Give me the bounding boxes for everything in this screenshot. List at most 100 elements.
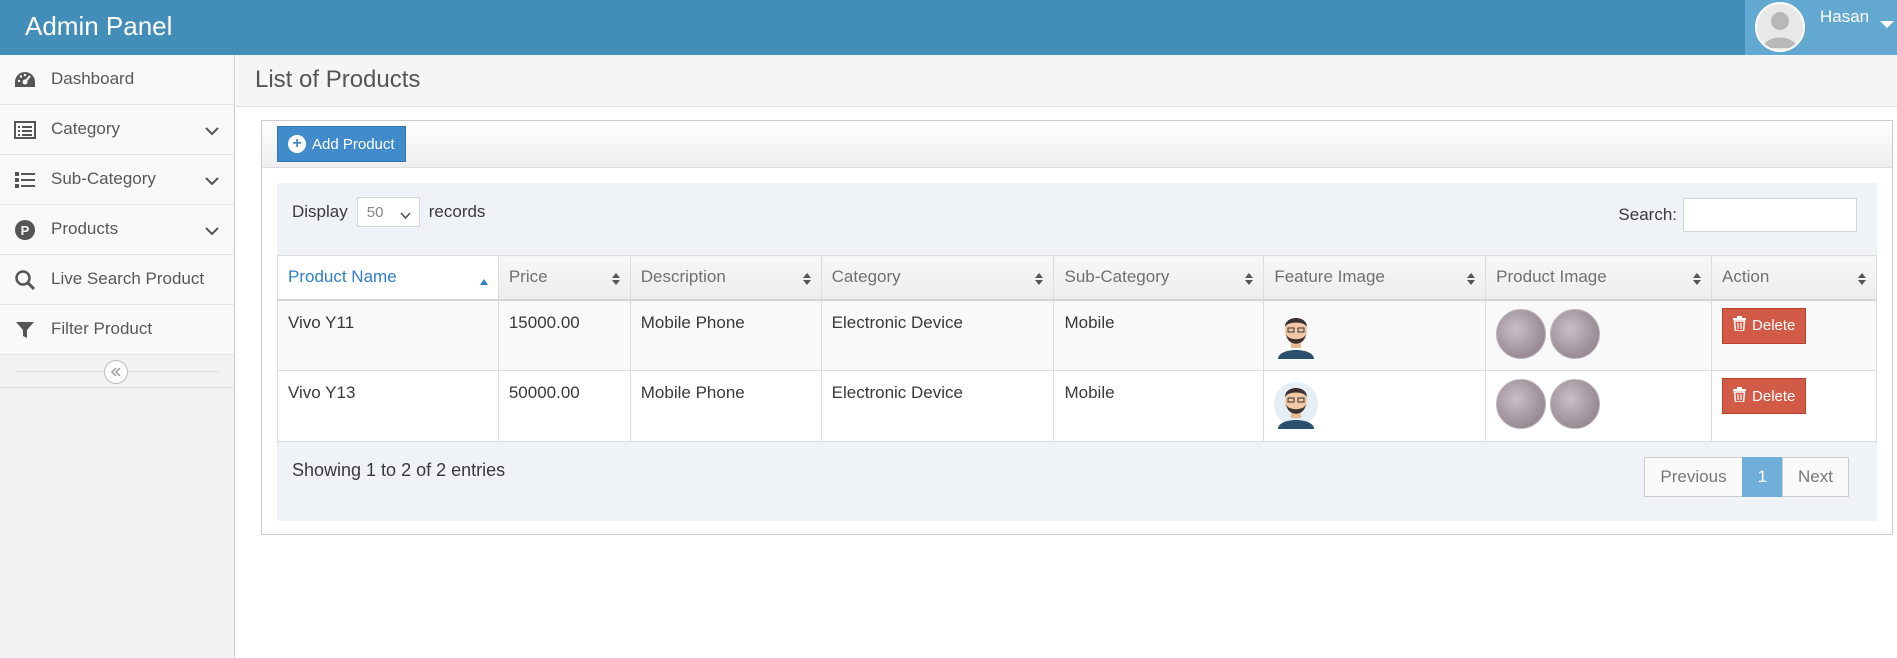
- sidebar-item-label: Filter Product: [51, 319, 153, 338]
- cell-product-name: Vivo Y11: [277, 299, 499, 371]
- feature-image-avatar: [1278, 317, 1315, 359]
- sidebar-item-live-search-product[interactable]: Live Search Product: [0, 255, 234, 305]
- trash-icon: [1733, 386, 1747, 406]
- table-header-row: Product Name Price Description Category …: [277, 255, 1877, 301]
- column-header-label: Action: [1722, 267, 1770, 287]
- cell-product-image: [1485, 370, 1713, 442]
- sidebar-item-label: Products: [51, 219, 119, 238]
- column-header-label: Sub-Category: [1064, 267, 1170, 287]
- cell-category: Electronic Device: [820, 370, 1055, 442]
- cell-action: Delete: [1711, 370, 1877, 442]
- column-header-label: Feature Image: [1274, 267, 1385, 287]
- user-name: Hasan: [1820, 7, 1870, 26]
- sidebar: Dashboard Category Sub-Category P Produc…: [0, 55, 235, 658]
- page-size-value: 50: [366, 203, 384, 221]
- column-header-label: Description: [640, 267, 726, 287]
- column-header-feature-image[interactable]: Feature Image: [1263, 255, 1487, 301]
- delete-label: Delete: [1752, 317, 1796, 334]
- page-size-select[interactable]: 50: [356, 197, 420, 227]
- page-title: List of Products: [255, 66, 421, 93]
- column-header-category[interactable]: Category: [820, 255, 1055, 301]
- records-label: records: [428, 202, 486, 221]
- pagination: Previous 1 Next: [1644, 457, 1849, 497]
- product-image-thumbnail: [1496, 379, 1547, 429]
- cell-product-name: Vivo Y13: [277, 370, 499, 442]
- column-header-price[interactable]: Price: [497, 255, 631, 301]
- delete-button[interactable]: Delete: [1722, 307, 1807, 344]
- sidebar-item-category[interactable]: Category: [0, 105, 234, 155]
- sidebar-item-filter-product[interactable]: Filter Product: [0, 305, 234, 355]
- chevron-down-icon: [205, 123, 219, 141]
- pagination-page[interactable]: 1: [1741, 457, 1784, 497]
- page-header: List of Products: [236, 55, 1897, 107]
- add-product-button[interactable]: + Add Product: [277, 126, 406, 162]
- products-widget: + Add Product Display 50 records Search:…: [261, 120, 1893, 535]
- column-header-description[interactable]: Description: [629, 255, 822, 301]
- pagination-previous[interactable]: Previous: [1644, 457, 1743, 497]
- product-image-thumbnail: [1550, 379, 1601, 429]
- sidebar-item-label: Category: [51, 119, 120, 138]
- sort-icon: [1692, 271, 1702, 291]
- cell-sub-category: Mobile: [1053, 299, 1265, 371]
- cell-product-image: [1485, 299, 1713, 371]
- sidebar-item-label: Sub-Category: [51, 169, 156, 188]
- search-icon: [13, 269, 37, 291]
- table-info: Showing 1 to 2 of 2 entries: [292, 460, 506, 480]
- sort-icon: [1034, 271, 1044, 291]
- product-p-icon: P: [13, 219, 37, 241]
- display-label: Display: [292, 202, 348, 221]
- sort-asc-icon: [479, 271, 489, 291]
- cell-feature-image: [1263, 370, 1487, 442]
- delete-button[interactable]: Delete: [1722, 378, 1807, 414]
- list-icon: [13, 169, 37, 191]
- datatable: Display 50 records Search: Product Name …: [277, 183, 1877, 521]
- column-header-action[interactable]: Action: [1711, 255, 1877, 301]
- column-header-product-image[interactable]: Product Image: [1485, 255, 1713, 301]
- column-header-product-name[interactable]: Product Name: [277, 255, 499, 301]
- table-row: Vivo Y11 15000.00 Mobile Phone Electroni…: [277, 299, 1877, 371]
- trash-icon: [1733, 316, 1747, 335]
- sidebar-item-sub-category[interactable]: Sub-Category: [0, 155, 234, 205]
- sidebar-item-label: Live Search Product: [51, 269, 205, 288]
- column-header-label: Category: [831, 267, 901, 287]
- sidebar-item-products[interactable]: P Products: [0, 205, 234, 255]
- sort-icon: [1857, 271, 1867, 291]
- top-navbar: Admin Panel Hasan: [0, 0, 1897, 55]
- widget-header: + Add Product: [262, 121, 1892, 168]
- column-header-sub-category[interactable]: Sub-Category: [1053, 255, 1265, 301]
- column-header-label: Product Name: [288, 267, 397, 287]
- sidebar-item-dashboard[interactable]: Dashboard: [0, 55, 234, 105]
- double-chevron-left-icon[interactable]: [104, 360, 128, 384]
- cell-feature-image: [1263, 299, 1487, 371]
- page-size-control: Display 50 records: [292, 197, 485, 227]
- search-input[interactable]: [1683, 198, 1857, 232]
- sort-icon: [1466, 271, 1476, 291]
- sort-icon: [611, 271, 621, 291]
- column-header-label: Price: [508, 267, 548, 287]
- chevron-down-icon: [205, 223, 219, 241]
- chevron-down-icon: [400, 207, 411, 224]
- cell-description: Mobile Phone: [629, 299, 822, 371]
- sidebar-item-label: Dashboard: [51, 69, 135, 88]
- cell-action: Delete: [1711, 299, 1877, 371]
- app-title[interactable]: Admin Panel: [25, 11, 172, 42]
- product-image-thumbnail: [1550, 308, 1601, 359]
- product-image-thumbnail: [1496, 308, 1547, 359]
- search-label: Search:: [1618, 205, 1677, 224]
- cell-category: Electronic Device: [820, 299, 1055, 371]
- search-control: Search:: [1618, 198, 1857, 232]
- sort-icon: [802, 271, 812, 291]
- table-row: Vivo Y13 50000.00 Mobile Phone Electroni…: [277, 370, 1877, 442]
- pagination-next[interactable]: Next: [1782, 457, 1849, 497]
- cell-description: Mobile Phone: [629, 370, 822, 442]
- cell-price: 15000.00: [497, 299, 631, 371]
- cell-price: 50000.00: [497, 370, 631, 442]
- dashboard-icon: [13, 69, 37, 91]
- user-menu[interactable]: Hasan: [1745, 0, 1897, 55]
- products-table: Product Name Price Description Category …: [277, 255, 1877, 442]
- chevron-down-icon: [205, 173, 219, 191]
- feature-image-avatar: [1274, 382, 1319, 429]
- caret-down-icon: [1880, 21, 1894, 28]
- svg-text:P: P: [21, 223, 30, 238]
- sidebar-collapse: [0, 355, 234, 388]
